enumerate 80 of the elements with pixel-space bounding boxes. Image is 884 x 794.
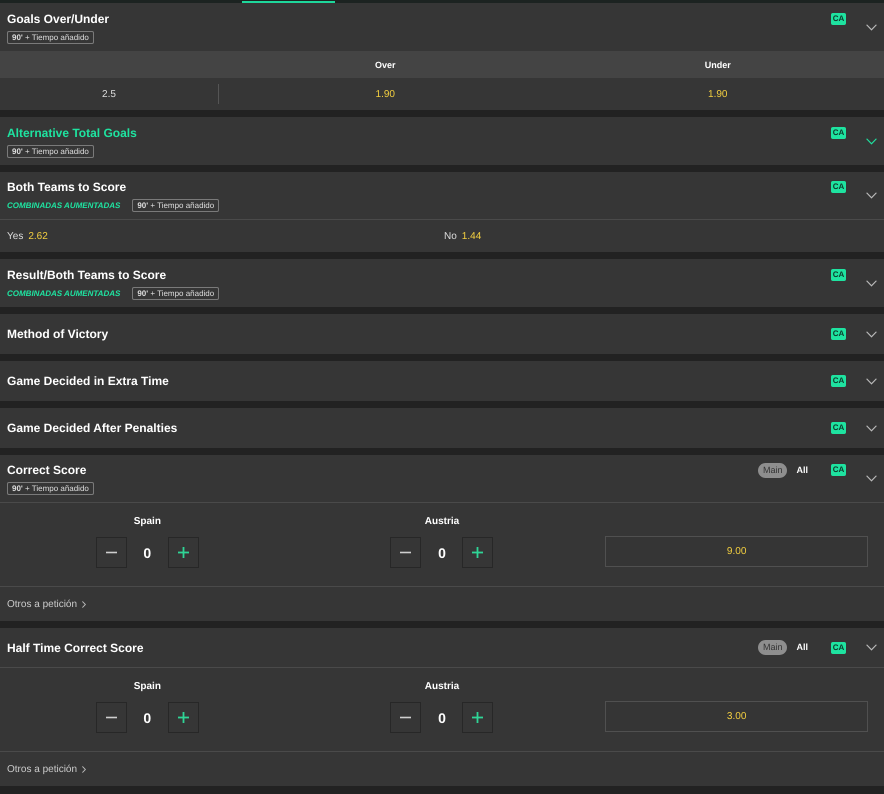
expand-button[interactable] (866, 475, 877, 482)
expand-button[interactable] (866, 138, 877, 144)
time-badge: 90' + Tiempo añadido (7, 482, 94, 495)
score-value: 0 (142, 544, 152, 560)
chevron-down-icon (866, 280, 877, 286)
expand-button[interactable] (866, 24, 877, 30)
view-toggle-tab[interactable]: Main (758, 640, 788, 655)
view-toggle-tab[interactable]: All (791, 462, 813, 478)
team-name: Spain (134, 680, 161, 694)
ca-badge: CA (831, 422, 846, 434)
increase-button[interactable] (462, 702, 494, 733)
market-title: Both Teams to Score (7, 179, 126, 195)
market-title: Goals Over/Under (7, 10, 110, 26)
decrease-button[interactable] (96, 702, 127, 733)
market-title: Method of Victory (7, 326, 108, 342)
expand-button[interactable] (866, 280, 877, 286)
expand-button[interactable] (866, 424, 877, 432)
column-header: Over (374, 60, 396, 70)
market-title: Alternative Total Goals (7, 124, 137, 140)
ca-badge: CA (831, 464, 846, 476)
time-badge: 90' + Tiempo añadido (132, 286, 220, 300)
ca-badge: CA (831, 181, 846, 193)
column-header: Under (704, 60, 731, 70)
time-badge: 90' + Tiempo añadido (132, 199, 220, 212)
increase-button[interactable] (168, 702, 199, 733)
odds-button[interactable]: Yes 2.62 (7, 228, 48, 244)
market-title: Game Decided After Penalties (7, 420, 178, 436)
chevron-down-icon (866, 330, 877, 338)
chevron-down-icon (866, 24, 877, 30)
market-title: Correct Score (7, 462, 86, 478)
expand-button[interactable] (866, 378, 877, 384)
team-name: Spain (134, 515, 161, 529)
odds-button[interactable]: 1.90 (705, 86, 730, 102)
increase-button[interactable] (462, 537, 494, 568)
ca-badge: CA (831, 12, 846, 24)
promo-label: COMBINADAS AUMENTADAS (7, 288, 120, 298)
expand-button[interactable] (866, 192, 877, 199)
odds-button[interactable]: 9.00 (605, 536, 868, 567)
time-badge: 90' + Tiempo añadido (7, 144, 94, 158)
chevron-right-icon (82, 600, 86, 608)
ca-badge: CA (831, 268, 846, 280)
expand-button[interactable] (866, 644, 877, 651)
promo-label: COMBINADAS AUMENTADAS (7, 201, 120, 210)
odds-button[interactable]: No 1.44 (444, 228, 482, 244)
plus-icon (472, 547, 484, 558)
chevron-down-icon (866, 378, 877, 384)
chevron-down-icon (866, 138, 877, 144)
team-name: Austria (424, 680, 460, 694)
market-title: Result/Both Teams to Score (7, 266, 166, 282)
ca-badge: CA (831, 375, 846, 387)
decrease-button[interactable] (390, 537, 422, 568)
ca-badge: CA (831, 126, 846, 138)
increase-button[interactable] (168, 537, 199, 568)
decrease-button[interactable] (96, 537, 127, 568)
ca-badge: CA (831, 642, 846, 654)
expand-button[interactable] (866, 330, 877, 338)
more-link[interactable]: Otros a petición (7, 764, 86, 774)
odds-button[interactable]: 3.00 (605, 701, 868, 732)
more-link[interactable]: Otros a petición (7, 598, 86, 610)
chevron-down-icon (866, 192, 877, 199)
plus-icon (178, 547, 189, 558)
chevron-down-icon (866, 644, 877, 651)
plus-icon (178, 712, 189, 723)
score-value: 0 (437, 710, 447, 726)
chevron-right-icon (82, 766, 86, 772)
chevron-down-icon (866, 424, 877, 432)
odds-button[interactable]: 1.90 (372, 86, 398, 102)
market-title: Game Decided in Extra Time (7, 373, 169, 389)
ca-badge: CA (831, 328, 846, 340)
decrease-button[interactable] (390, 702, 422, 733)
score-value: 0 (437, 544, 447, 560)
plus-icon (472, 712, 484, 723)
chevron-down-icon (866, 475, 877, 482)
line-value: 2.5 (102, 88, 116, 100)
time-badge: 90' + Tiempo añadido (7, 30, 94, 44)
view-toggle-tab[interactable]: All (791, 640, 813, 655)
score-value: 0 (142, 710, 152, 726)
view-toggle-tab[interactable]: Main (758, 462, 788, 478)
team-name: Austria (424, 515, 460, 529)
market-title: Half Time Correct Score (7, 640, 144, 656)
